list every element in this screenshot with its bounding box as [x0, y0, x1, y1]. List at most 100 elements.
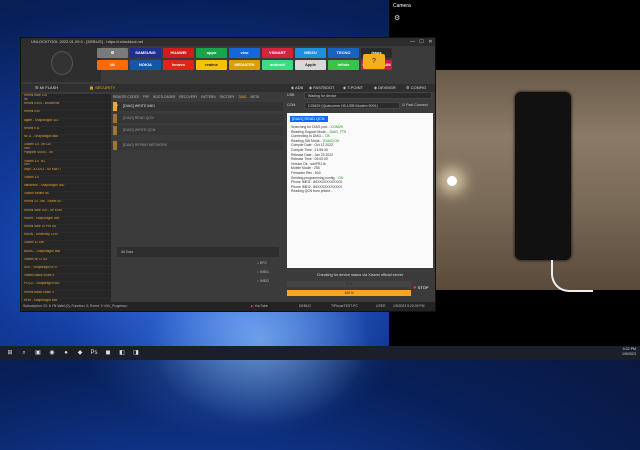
taskbar-app-icon[interactable]: ⌕ [20, 349, 28, 357]
tab-config[interactable]: ⚙ CONFIG [406, 84, 426, 92]
tab-security[interactable]: 🔒 SECURITY [89, 84, 115, 92]
brand-tile[interactable]: vivo [229, 48, 260, 58]
list-item[interactable]: Redmi Note 11S lite [22, 94, 111, 103]
unlocktool-logo-icon [51, 51, 73, 75]
brand-tile[interactable]: ⚙ [97, 48, 128, 58]
minimize-button[interactable]: — [408, 38, 417, 46]
list-item[interactable]: Xiaomi Redmi 9A [22, 192, 111, 201]
list-item[interactable]: Xiaomi 11 Lite [22, 241, 111, 250]
close-button[interactable]: ✕ [426, 38, 435, 46]
model-list[interactable]: Redmi Note 11S lite Redmi K30S - MSM8998 Re… [22, 94, 111, 305]
youtube-icon: ▶ [251, 304, 254, 308]
tab-frp[interactable]: FRP [143, 94, 149, 100]
list-item[interactable]: Xiaomi 11T 5G new [22, 160, 111, 168]
model-name: Redmi K40 [24, 110, 40, 114]
brand-tile[interactable]: android [262, 60, 293, 70]
option-efs[interactable]: ○ EFS [257, 261, 267, 265]
console-key: Compile Date : Oct 12 2022 [291, 143, 333, 148]
list-item[interactable]: Xiaomi 11T [22, 175, 111, 185]
list-item[interactable]: Redmi Note 10 Pro 5G [22, 225, 111, 234]
list-item[interactable]: Redmi Black Shark 3 [22, 291, 111, 299]
console-key: Version Dir : sdxPRJ.lb [291, 161, 326, 166]
usb-select[interactable]: Waiting for device [304, 92, 432, 99]
usb-label: USB [287, 93, 295, 97]
write-imei-button[interactable]: › [DIAG] WRITE IMEI [113, 102, 283, 111]
model-name: Xiaomi Redmi 9A [24, 192, 49, 196]
list-item[interactable]: Redmi 10 - lite - Sweet 5G [22, 200, 111, 209]
taskbar-app-icon[interactable]: ◨ [132, 349, 140, 357]
tab-factory[interactable]: FACTORY [220, 94, 235, 100]
system-tray-clock[interactable]: 9:22 PM 1/9/2023 [622, 347, 636, 357]
read-qcn-button[interactable]: [DIAG] READ QCN [113, 114, 283, 123]
list-item[interactable]: Xiaomi 11i - Mi 11X new [22, 143, 111, 152]
progress-bar-1: 0 % [287, 281, 411, 287]
option-imei1[interactable]: ○ IMEI1 [257, 270, 269, 274]
tab-fastboot[interactable]: ◈ FASTBOOT [309, 84, 335, 92]
fast-connect-checkbox[interactable]: ☑ Fast Connect [402, 103, 428, 107]
brand-tile[interactable]: NOKIA [130, 60, 161, 70]
taskbar-app-icon[interactable]: ⊞ [6, 349, 14, 357]
brand-tile[interactable]: Apple [295, 60, 326, 70]
youtube-link[interactable]: ▶ YouTube [251, 302, 268, 311]
brand-tile[interactable]: TECNO [328, 48, 359, 58]
tab-diag[interactable]: DIAG [239, 94, 247, 100]
list-item[interactable]: Pipspirin 4G/5G - 55 [22, 151, 111, 160]
list-item[interactable]: monet - Snapdragon 865 [22, 217, 111, 225]
brand-tile[interactable]: MEDIATEK [229, 60, 260, 70]
maximize-button[interactable]: ☐ [417, 38, 426, 46]
brand-tile[interactable]: HUAWEI [163, 48, 194, 58]
com-select[interactable]: COM29 (Qualcomm HS-USB Modem 9091) [304, 102, 400, 109]
list-item[interactable]: HANN - Dimensity 1200 [22, 233, 111, 242]
brand-tile[interactable]: oppo [196, 48, 227, 58]
list-item[interactable]: Redmi K11 [22, 127, 111, 135]
youtube-label: YouTube [254, 304, 268, 308]
brand-tile[interactable]: MEIZU [295, 48, 326, 58]
tab-remote-codes[interactable]: REMOTE CODES [113, 94, 139, 100]
list-item[interactable]: Xiaomi Mi 11 5G [22, 258, 111, 266]
list-item[interactable]: SEK - Snapdragon 870 [22, 266, 111, 275]
brand-tile[interactable]: VSMART [262, 48, 293, 58]
tab-pattern[interactable]: PATTERN [201, 94, 215, 100]
tab-devmgr[interactable]: ◈ DEVMGR [374, 84, 396, 92]
taskbar-app-icon[interactable]: ◼ [104, 349, 112, 357]
brand-tile[interactable]: lenovo [163, 60, 194, 70]
taskbar-app-icon[interactable]: ◧ [118, 349, 126, 357]
list-item[interactable]: Mi 11 - Snapdragon 888 [22, 134, 111, 144]
list-item[interactable]: Redmi K40 [22, 110, 111, 119]
list-item[interactable]: Redmi Note 10S - MT6785 [22, 209, 111, 217]
list-item[interactable]: Xiaomi Black Shark 4 [22, 274, 111, 283]
tab-mi-flash[interactable]: ☰ MI FLASH [35, 84, 58, 92]
all-data-box[interactable]: All Data [117, 247, 279, 257]
list-item[interactable]: dandelion - Snapdragon 460 [22, 184, 111, 193]
tab-adb[interactable]: ◈ ADB [291, 84, 303, 92]
tab-meta[interactable]: META [250, 94, 259, 100]
model-name: Xiaomi 11T [24, 175, 40, 179]
tab-tpoint[interactable]: ◈ T-POINT [343, 84, 363, 92]
model-name: Mi 11 - Snapdragon 888 [24, 134, 58, 138]
settings-gear-icon[interactable]: ⚙ [394, 14, 400, 22]
taskbar-app-icon[interactable]: Ps [90, 349, 98, 357]
taskbar-app-icon[interactable]: ● [62, 349, 70, 357]
tab-recovery[interactable]: RECOVERY [179, 94, 197, 100]
phone-in-preview [515, 92, 571, 260]
option-imei2[interactable]: ○ IMEI2 [257, 279, 269, 283]
help-icon[interactable]: ? [363, 54, 385, 69]
taskbar-app-icon[interactable]: ▣ [34, 349, 42, 357]
console-key: Mobile Model : 255 [291, 166, 320, 171]
brand-tile[interactable]: MI [97, 60, 128, 70]
list-item[interactable]: Redmi K30S - MSM8998 [22, 102, 111, 111]
write-qcn-button[interactable]: [DIAG] WRITE QCN [113, 126, 283, 135]
brand-tile[interactable]: realme [196, 60, 227, 70]
camera-title: Camera [393, 3, 411, 9]
repair-network-button[interactable]: [DIAG] REPAIR NETWORK [113, 141, 283, 150]
taskbar-app-icon[interactable]: ◆ [76, 349, 84, 357]
list-item[interactable]: POCO - Snapdragon 662 [22, 282, 111, 291]
taskbar-app-icon[interactable]: ◉ [48, 349, 56, 357]
list-item[interactable]: BIANC - Snapdragon 888 [22, 250, 111, 258]
list-item[interactable]: onyx - AT2212 - MTK6877 [22, 168, 111, 176]
stop-button[interactable]: ● STOP [413, 285, 429, 291]
list-item[interactable]: agate - Snapdragon 410 [22, 119, 111, 127]
brand-tile[interactable]: SAMSUNG [130, 48, 161, 58]
brand-tile[interactable]: Infinix [328, 60, 359, 70]
tab-bootloader[interactable]: BOOTLOADER [153, 94, 175, 100]
